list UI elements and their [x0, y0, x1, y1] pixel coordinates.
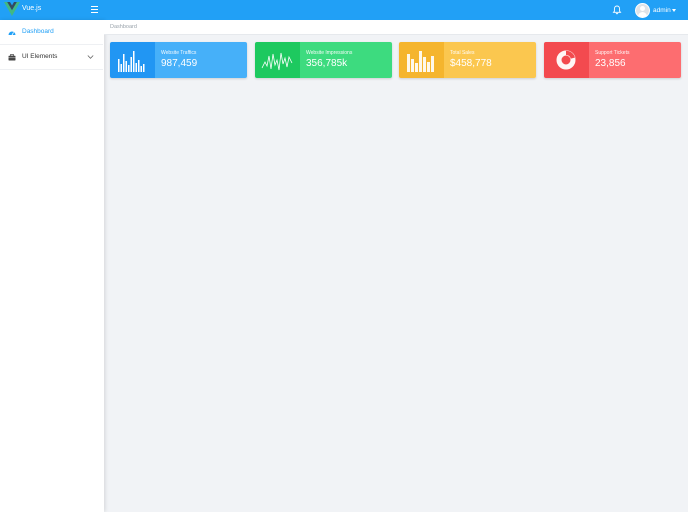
avatar [635, 2, 650, 18]
card-title: Total Sales [450, 50, 475, 56]
card-title: Website Traffics [161, 50, 197, 56]
chevron-down-icon [87, 55, 94, 59]
hamburger-menu-icon[interactable] [90, 5, 100, 14]
sidebar-item-ui-elements[interactable]: UI Elements [0, 45, 103, 70]
stat-card-impressions[interactable]: Website Impressions 356,785k [255, 42, 392, 78]
stat-card-tickets[interactable]: Support Tickets 23,856 [544, 42, 681, 78]
card-value: 987,459 [161, 58, 198, 69]
brand-title: Vue.js [22, 5, 42, 12]
top-header: Vue.js admin [0, 0, 688, 20]
sidebar-item-label: UI Elements [22, 53, 58, 60]
card-icon-panel [399, 42, 444, 78]
card-content: Website Impressions 356,785k [300, 42, 392, 78]
breadcrumb-current[interactable]: Dashboard [110, 24, 137, 30]
card-icon-panel [110, 42, 155, 78]
briefcase-icon [8, 54, 16, 61]
vue-logo-icon [4, 2, 20, 16]
line-chart-icon [261, 52, 293, 71]
card-value: 23,856 [595, 58, 626, 69]
bar-chart-icon [407, 51, 434, 72]
card-title: Website Impressions [306, 50, 353, 56]
card-icon-panel [544, 42, 589, 78]
user-name: admin [653, 6, 671, 14]
bar-chart-icon [118, 51, 145, 72]
card-value: 356,785k [306, 58, 348, 69]
card-content: Website Traffics 987,459 [155, 42, 247, 78]
stat-card-traffic[interactable]: Website Traffics 987,459 [110, 42, 247, 78]
user-menu[interactable]: admin [635, 2, 677, 18]
donut-chart-icon [556, 50, 576, 70]
sidebar-item-dashboard[interactable]: Dashboard [0, 20, 103, 45]
caret-down-icon [672, 8, 677, 12]
card-title: Support Tickets [595, 50, 630, 56]
breadcrumb: Dashboard [104, 20, 688, 35]
sidebar-item-label: Dashboard [22, 28, 54, 35]
stat-card-sales[interactable]: Total Sales $458,778 [399, 42, 536, 78]
bell-icon[interactable] [612, 5, 622, 15]
card-icon-panel [255, 42, 300, 78]
dashboard-icon [8, 31, 16, 36]
card-content: Support Tickets 23,856 [589, 42, 681, 78]
card-value: $458,778 [450, 58, 492, 69]
sidebar: Dashboard UI Elements [0, 20, 104, 512]
card-content: Total Sales $458,778 [444, 42, 536, 78]
